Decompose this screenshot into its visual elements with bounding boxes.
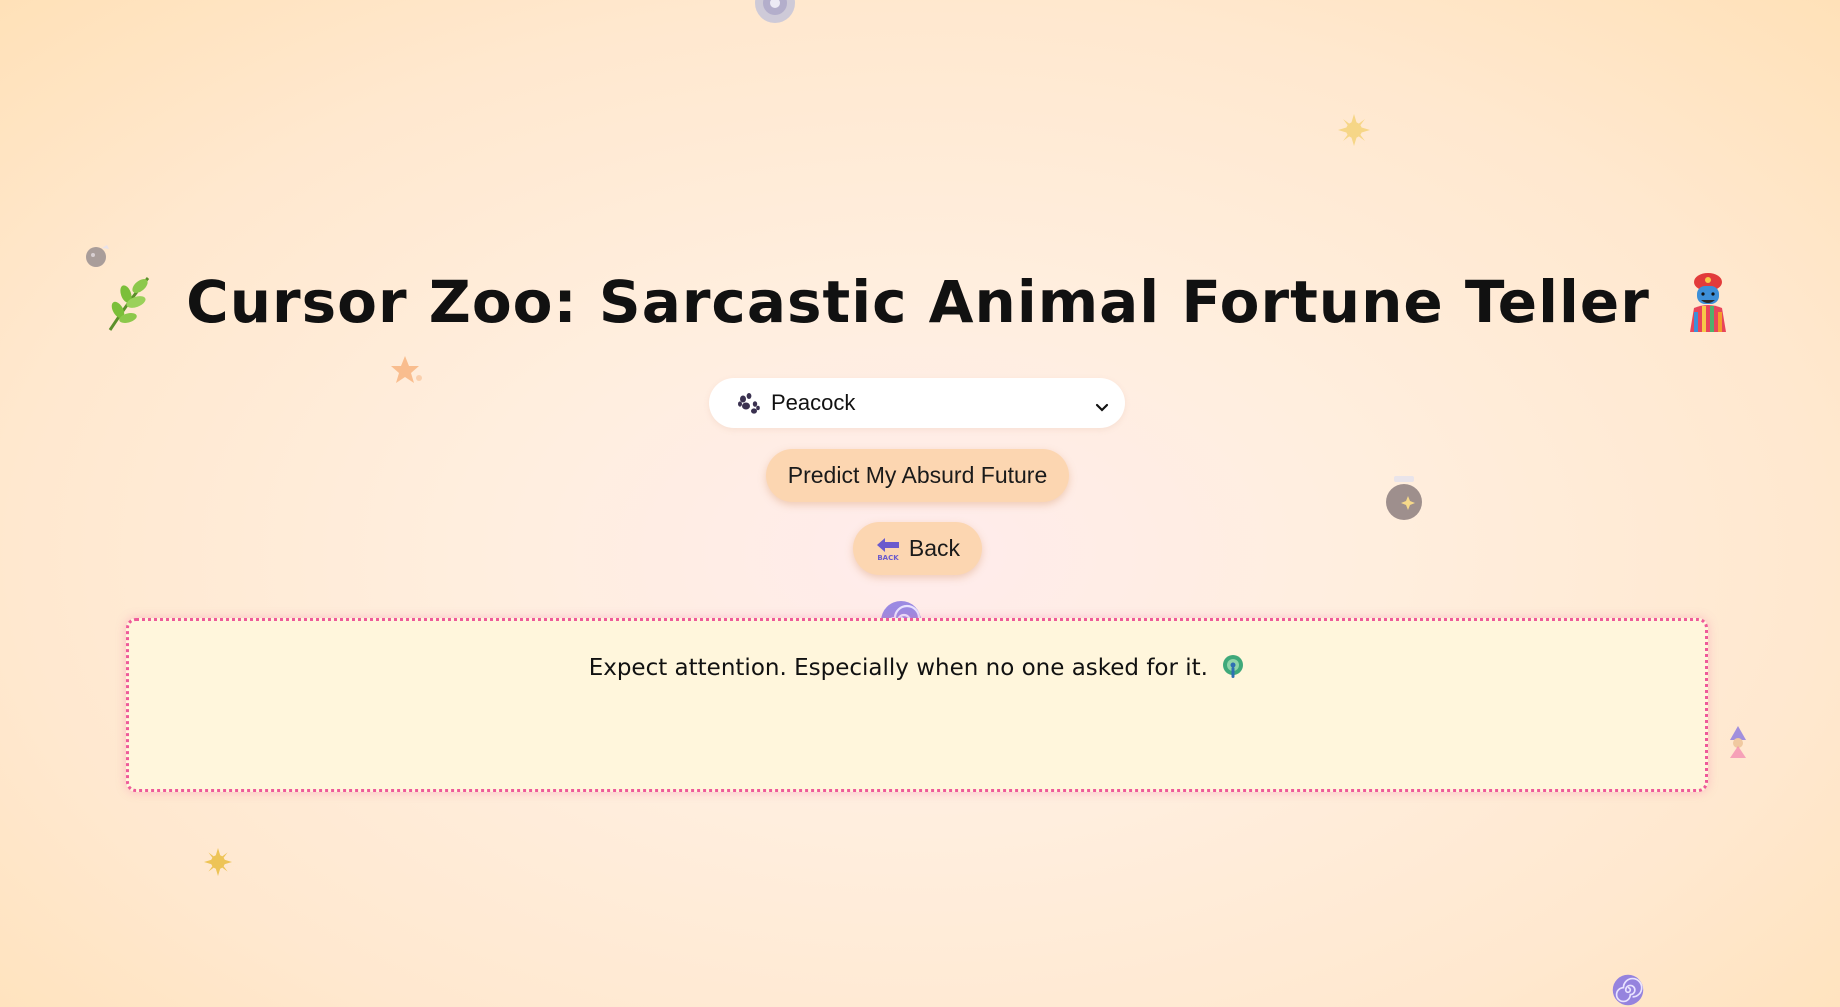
predict-button[interactable]: Predict My Absurd Future bbox=[766, 449, 1069, 502]
title-row: Cursor Zoo: Sarcastic Animal Fortune Tel… bbox=[0, 262, 1840, 342]
fortune-result-box: Expect attention. Especially when no one… bbox=[126, 618, 1708, 792]
back-button-label: Back bbox=[908, 535, 961, 561]
page-title: Cursor Zoo: Sarcastic Animal Fortune Tel… bbox=[186, 268, 1650, 336]
mage-icon bbox=[1724, 726, 1752, 758]
svg-text:BACK: BACK bbox=[877, 554, 899, 562]
fortune-text: Expect attention. Especially when no one… bbox=[588, 655, 1208, 681]
back-button[interactable]: BACK Back bbox=[853, 522, 982, 575]
fortune-text-line: Expect attention. Especially when no one… bbox=[129, 655, 1705, 681]
sparkle-sun-icon bbox=[204, 848, 232, 876]
sparkle-sun-icon bbox=[1338, 114, 1370, 146]
paw-prints-icon bbox=[737, 392, 761, 414]
spiral-icon bbox=[1612, 974, 1644, 1006]
shooting-star-icon bbox=[391, 354, 425, 388]
herb-icon bbox=[102, 272, 156, 332]
crystal-ball-jar-icon bbox=[1384, 476, 1424, 522]
peacock-icon bbox=[1221, 655, 1245, 679]
animal-select[interactable]: Peacock bbox=[709, 378, 1125, 428]
back-arrow-icon: BACK bbox=[875, 536, 901, 562]
predict-button-label: Predict My Absurd Future bbox=[787, 462, 1048, 488]
chevron-down-icon bbox=[1095, 398, 1109, 412]
cd-disc-icon bbox=[754, 0, 796, 24]
select-value: Peacock bbox=[771, 390, 856, 415]
fortune-teller-icon bbox=[1684, 272, 1738, 332]
